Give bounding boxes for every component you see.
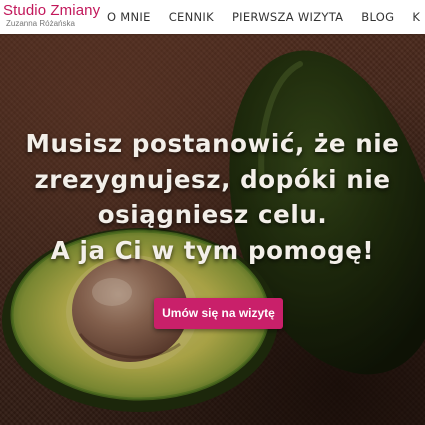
hero-headline: Musisz postanowić, że nie zrezygnujesz, … xyxy=(0,126,425,268)
logo-subtitle: Zuzanna Różańska xyxy=(6,19,75,28)
headline-line-3: osiągniesz celu. xyxy=(97,200,328,229)
nav-item-cennik[interactable]: CENNIK xyxy=(169,10,214,24)
main-nav: O MNIE CENNIK PIERWSZA WIZYTA BLOG K xyxy=(107,0,425,34)
logo-title: Studio Zmiany xyxy=(3,2,101,19)
nav-item-pierwsza-wizyta[interactable]: PIERWSZA WIZYTA xyxy=(232,10,343,24)
site-header: Studio Zmiany Zuzanna Różańska O MNIE CE… xyxy=(0,0,425,34)
page: Studio Zmiany Zuzanna Różańska O MNIE CE… xyxy=(0,0,425,425)
book-appointment-button[interactable]: Umów się na wizytę xyxy=(154,298,283,329)
hero-section: Musisz postanowić, że nie zrezygnujesz, … xyxy=(0,34,425,425)
nav-item-blog[interactable]: BLOG xyxy=(361,10,394,24)
headline-line-2: zrezygnujesz, dopóki nie xyxy=(34,164,391,194)
headline-line-4: A ja Ci w tym pomogę! xyxy=(50,235,375,265)
nav-item-o-mnie[interactable]: O MNIE xyxy=(107,10,151,24)
logo[interactable]: Studio Zmiany Zuzanna Różańska xyxy=(3,2,100,29)
headline-line-1: Musisz postanowić, że nie xyxy=(25,129,400,158)
nav-item-kontakt[interactable]: K xyxy=(412,10,420,24)
